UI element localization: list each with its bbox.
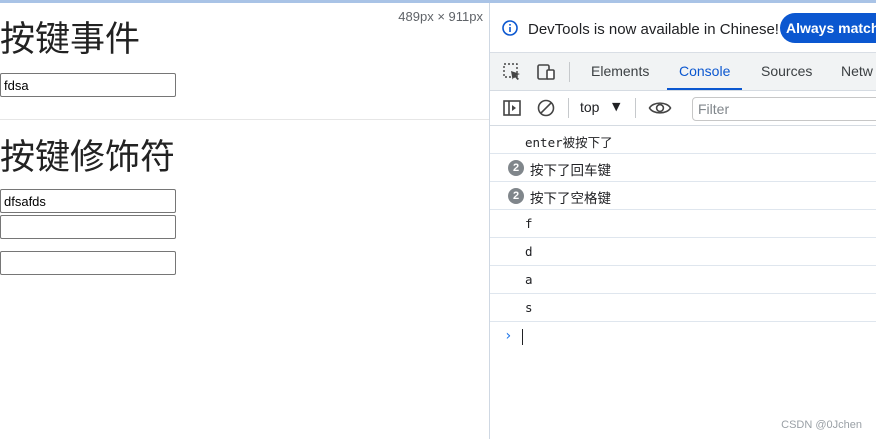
console-message-text: a [525, 272, 533, 287]
tab-elements[interactable]: Elements [591, 53, 649, 90]
infobar-message: DevTools is now available in Chinese! [528, 21, 779, 38]
watermark: CSDN @0Jchen [781, 419, 862, 431]
console-message-text: f [525, 216, 533, 231]
heading-key-events: 按键事件 [0, 20, 141, 60]
page-viewport: 489px × 911px 按键事件 按键修饰符 [0, 3, 489, 439]
devtools-tabbar: Elements Console Sources Netw [490, 53, 876, 91]
always-match-button[interactable]: Always match [780, 13, 876, 43]
modifier-input-1[interactable] [0, 189, 176, 213]
repeat-count-badge: 2 [508, 160, 524, 176]
live-expression-eye-icon[interactable] [648, 98, 672, 118]
clear-console-icon[interactable] [536, 98, 556, 118]
console-prompt[interactable]: › [490, 322, 876, 350]
prompt-chevron-icon: › [504, 328, 513, 344]
modifier-input-3[interactable] [0, 251, 176, 275]
console-message-text: d [525, 244, 533, 259]
text-cursor [522, 329, 523, 345]
console-message-text: 按下了空格键 [530, 191, 611, 207]
context-select[interactable]: top [580, 99, 599, 115]
console-filter-input[interactable] [692, 97, 876, 121]
toolbar-separator [568, 98, 569, 118]
heading-key-modifiers: 按键修饰符 [0, 138, 176, 178]
sidebar-toggle-icon[interactable] [502, 98, 522, 118]
console-output: enter被按下了 2 按下了回车键 2 按下了空格键 f d a s › [490, 126, 876, 350]
tab-network[interactable]: Netw [841, 53, 873, 90]
console-message: f [490, 210, 876, 238]
console-message: s [490, 294, 876, 322]
tab-sources[interactable]: Sources [761, 53, 812, 90]
console-message-text: enter被按下了 [525, 135, 613, 150]
repeat-count-badge: 2 [508, 188, 524, 204]
console-message: 2 按下了空格键 [490, 182, 876, 210]
info-icon [502, 20, 518, 36]
devtools-panel: DevTools is now available in Chinese! Al… [489, 3, 876, 439]
device-toolbar-icon[interactable] [536, 62, 556, 82]
section-divider [0, 119, 489, 120]
language-infobar: DevTools is now available in Chinese! Al… [490, 3, 876, 53]
console-message: 2 按下了回车键 [490, 154, 876, 182]
viewport-size-label: 489px × 911px [398, 9, 483, 24]
chevron-down-icon[interactable]: ▼ [612, 100, 620, 113]
console-toolbar: top ▼ [490, 91, 876, 126]
key-event-input[interactable] [0, 73, 176, 97]
inspect-element-icon[interactable] [502, 62, 522, 82]
console-message: d [490, 238, 876, 266]
modifier-input-2[interactable] [0, 215, 176, 239]
toolbar-separator [635, 98, 636, 118]
console-message-text: s [525, 300, 533, 315]
tabbar-separator [569, 62, 570, 82]
console-message: a [490, 266, 876, 294]
tab-console[interactable]: Console [666, 53, 743, 90]
console-message: enter被按下了 [490, 126, 876, 154]
console-message-text: 按下了回车键 [530, 163, 611, 179]
